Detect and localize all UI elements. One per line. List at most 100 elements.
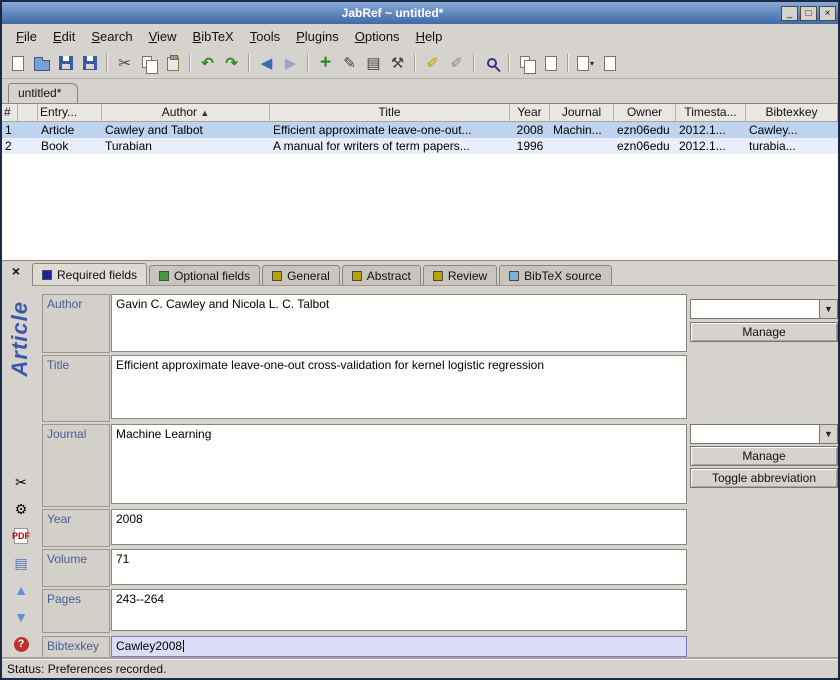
minimize-button[interactable]: _ xyxy=(781,6,798,21)
editor-close-button[interactable]: × xyxy=(9,265,23,279)
tab-label: Optional fields xyxy=(174,269,250,283)
author-label: Author xyxy=(42,294,110,353)
magnifier-shape xyxy=(487,58,497,68)
next-entry-icon[interactable]: ▼ xyxy=(12,608,30,626)
redo-icon[interactable]: ↷ xyxy=(221,53,242,74)
table-row[interactable]: 1 Article Cawley and Talbot Efficient ap… xyxy=(2,122,838,138)
cell-title: Efficient approximate leave-one-out... xyxy=(270,122,510,138)
tab-required-fields[interactable]: Required fields xyxy=(32,263,147,285)
author-manage-button[interactable]: Manage xyxy=(690,322,838,342)
column-header-title[interactable]: Title xyxy=(270,104,510,121)
cell-icon xyxy=(18,122,38,138)
tab-general[interactable]: General xyxy=(262,265,340,285)
menu-tools[interactable]: Tools xyxy=(242,26,288,47)
journal-select[interactable]: ▼ xyxy=(690,424,838,444)
menu-options[interactable]: Options xyxy=(347,26,408,47)
field-row-journal: Journal Machine Learning ▼ Manage Toggle… xyxy=(42,424,836,508)
file-tab-untitled[interactable]: untitled* xyxy=(8,83,78,103)
close-button[interactable]: × xyxy=(819,6,836,21)
forward-icon[interactable]: ▶ xyxy=(280,53,301,74)
save-database-icon[interactable] xyxy=(55,53,76,74)
required-fields-icon xyxy=(42,270,52,280)
cell-year: 2008 xyxy=(510,122,550,138)
column-header-journal[interactable]: Journal xyxy=(550,104,614,121)
column-header-icon[interactable] xyxy=(18,104,38,121)
save-all-icon[interactable] xyxy=(79,53,100,74)
window-title: JabRef ~ untitled* xyxy=(4,6,781,20)
general-icon xyxy=(272,271,282,281)
open-database-icon[interactable] xyxy=(31,53,52,74)
menu-plugins[interactable]: Plugins xyxy=(288,26,347,47)
menu-search[interactable]: Search xyxy=(83,26,140,47)
clipboard-shape xyxy=(167,57,179,71)
editor-tabs: Required fields Optional fields General … xyxy=(32,264,836,286)
column-header-owner[interactable]: Owner xyxy=(614,104,676,121)
mark-entries-icon[interactable]: ✐ xyxy=(422,53,443,74)
preview-icon[interactable] xyxy=(540,53,561,74)
tab-label: Abstract xyxy=(367,269,411,283)
field-row-pages: Pages 243--264 xyxy=(42,589,836,634)
menu-help[interactable]: Help xyxy=(408,26,451,47)
maximize-button[interactable]: □ xyxy=(800,6,817,21)
pdf-icon[interactable]: PDF xyxy=(12,527,30,545)
journal-manage-button[interactable]: Manage xyxy=(690,446,838,466)
field-row-volume: Volume 71 xyxy=(42,549,836,588)
title-field[interactable]: Efficient approximate leave-one-out cros… xyxy=(111,355,687,419)
column-header-bibtexkey[interactable]: Bibtexkey xyxy=(746,104,838,121)
cut-icon[interactable]: ✂ xyxy=(114,53,135,74)
pages-field[interactable]: 243--264 xyxy=(111,589,687,631)
bibtexkey-field[interactable]: Cawley2008 xyxy=(111,636,687,657)
edit-preamble-icon[interactable]: ▤ xyxy=(363,53,384,74)
year-label: Year xyxy=(42,509,110,547)
copy-icon[interactable] xyxy=(138,53,159,74)
back-icon[interactable]: ◀ xyxy=(256,53,277,74)
toolbar-separator xyxy=(508,54,510,72)
paste-icon[interactable] xyxy=(162,53,183,74)
journal-field[interactable]: Machine Learning xyxy=(111,424,687,504)
toggle-abbreviation-button[interactable]: Toggle abbreviation xyxy=(690,468,838,488)
author-name-format-select[interactable]: ▼ xyxy=(690,299,838,319)
tab-bibtex-source[interactable]: BibTeX source xyxy=(499,265,611,285)
push-to-app-icon[interactable] xyxy=(599,53,620,74)
fetch-icon[interactable]: ▾ xyxy=(575,53,596,74)
table-header-row: # Entry... Author ▲ Title Year Journal O… xyxy=(2,104,838,122)
journal-label: Journal xyxy=(42,424,110,507)
column-header-timestamp[interactable]: Timesta... xyxy=(676,104,746,121)
column-header-number[interactable]: # xyxy=(2,104,18,121)
menu-view[interactable]: View xyxy=(141,26,185,47)
cell-owner: ezn06edu xyxy=(614,138,676,154)
menu-file[interactable]: File xyxy=(8,26,45,47)
tab-label: Review xyxy=(448,269,487,283)
status-text: Status: Preferences recorded. xyxy=(7,662,166,676)
title-bar[interactable]: JabRef ~ untitled* _ □ × xyxy=(2,2,838,24)
prev-entry-icon[interactable]: ▲ xyxy=(12,581,30,599)
volume-field[interactable]: 71 xyxy=(111,549,687,585)
menu-edit[interactable]: Edit xyxy=(45,26,83,47)
unmark-entries-icon[interactable]: ✐ xyxy=(446,53,467,74)
tab-abstract[interactable]: Abstract xyxy=(342,265,421,285)
menu-bibtex[interactable]: BibTeX xyxy=(185,26,242,47)
edit-entry-icon[interactable]: ✎ xyxy=(339,53,360,74)
tab-optional-fields[interactable]: Optional fields xyxy=(149,265,260,285)
search-icon[interactable] xyxy=(481,53,502,74)
copy-key-icon[interactable] xyxy=(516,53,537,74)
new-database-icon[interactable] xyxy=(7,53,28,74)
file-icon[interactable]: ▤ xyxy=(12,554,30,572)
undo-icon[interactable]: ↶ xyxy=(197,53,218,74)
help-icon[interactable]: ? xyxy=(12,635,30,653)
edit-strings-icon[interactable]: ⚒ xyxy=(387,53,408,74)
column-header-year[interactable]: Year xyxy=(510,104,550,121)
bibtexkey-label: Bibtexkey xyxy=(42,636,110,661)
toolbar-separator xyxy=(307,54,309,72)
new-entry-icon[interactable]: + xyxy=(315,53,336,74)
column-header-author[interactable]: Author ▲ xyxy=(102,104,270,121)
abstract-icon xyxy=(352,271,362,281)
author-field[interactable]: Gavin C. Cawley and Nicola L. C. Talbot xyxy=(111,294,687,352)
cell-year: 1996 xyxy=(510,138,550,154)
tab-review[interactable]: Review xyxy=(423,265,497,285)
table-row[interactable]: 2 Book Turabian A manual for writers of … xyxy=(2,138,838,154)
cut-tool-icon[interactable]: ✂ xyxy=(12,473,30,491)
gear-icon[interactable]: ⚙ xyxy=(12,500,30,518)
column-header-entrytype[interactable]: Entry... xyxy=(38,104,102,121)
year-field[interactable]: 2008 xyxy=(111,509,687,545)
